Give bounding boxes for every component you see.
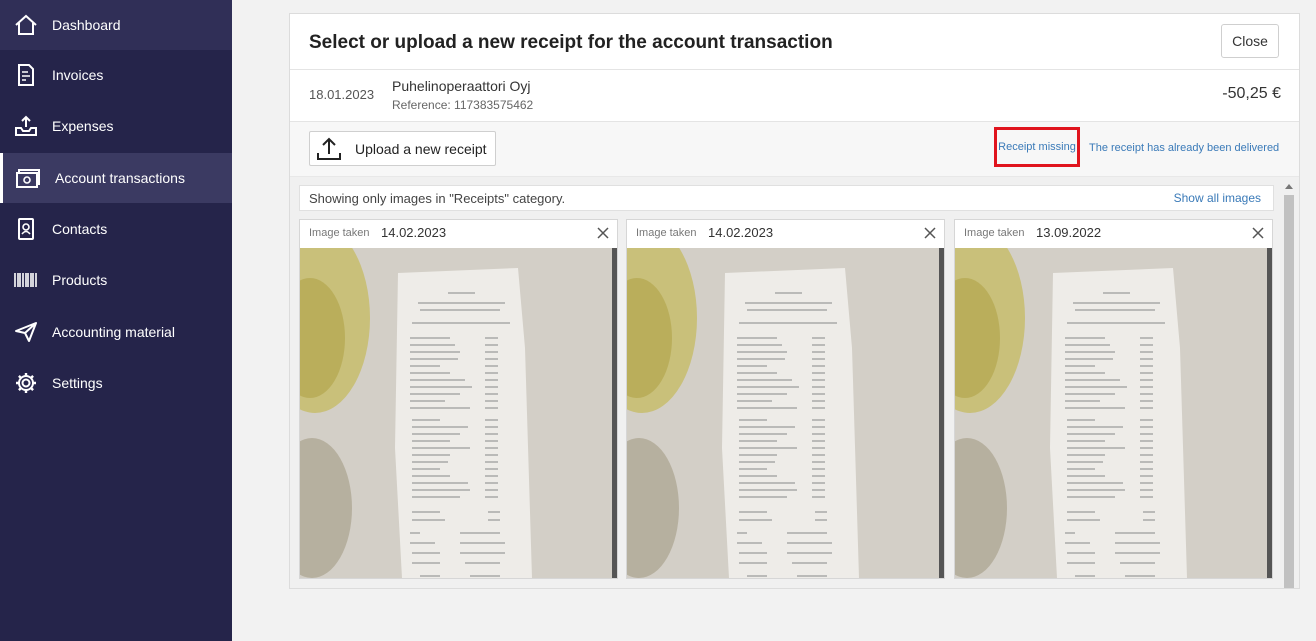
- transaction-counterparty: Puhelinoperaattori Oyj: [392, 78, 531, 94]
- receipt-image-card[interactable]: Image taken 14.02.2023: [299, 219, 618, 579]
- sidebar-item-account-transactions[interactable]: Account transactions: [0, 153, 232, 203]
- transaction-reference: Reference: 117383575462: [392, 98, 534, 112]
- filter-notice: Showing only images in "Receipts" catego…: [309, 191, 566, 206]
- receipt-select-dialog: Select or upload a new receipt for the a…: [289, 13, 1300, 589]
- sidebar-item-label: Invoices: [52, 67, 104, 83]
- sidebar-item-label: Dashboard: [52, 17, 121, 33]
- tray-upload-icon: [13, 113, 39, 139]
- upload-icon: [316, 136, 342, 162]
- sidebar-item-dashboard[interactable]: Dashboard: [0, 0, 232, 50]
- sidebar-item-label: Products: [52, 272, 108, 288]
- gallery-scrollbar[interactable]: [1282, 179, 1296, 588]
- close-icon[interactable]: [922, 225, 938, 241]
- sidebar: Dashboard Invoices Expenses Account tran…: [0, 0, 232, 641]
- receipt-image-card[interactable]: Image taken 14.02.2023: [626, 219, 945, 579]
- card-header: Image taken 14.02.2023: [300, 220, 617, 247]
- close-icon[interactable]: [1250, 225, 1266, 241]
- dialog-title: Select or upload a new receipt for the a…: [309, 32, 833, 53]
- receipt-photo[interactable]: [955, 248, 1272, 578]
- card-header: Image taken 13.09.2022: [955, 220, 1272, 247]
- scroll-up-arrow-icon[interactable]: [1282, 179, 1296, 193]
- upload-receipt-button[interactable]: Upload a new receipt: [309, 131, 496, 166]
- receipt-delivered-link[interactable]: The receipt has already been delivered: [1089, 142, 1279, 154]
- gear-icon: [13, 370, 39, 396]
- contact-card-icon: [13, 216, 39, 242]
- image-taken-label: Image taken: [636, 227, 697, 239]
- home-icon: [13, 12, 39, 38]
- sidebar-item-label: Contacts: [52, 221, 108, 237]
- image-date: 14.02.2023: [708, 225, 774, 240]
- close-icon[interactable]: [595, 225, 611, 241]
- image-date: 14.02.2023: [381, 225, 447, 240]
- sidebar-item-expenses[interactable]: Expenses: [0, 101, 232, 151]
- sidebar-item-products[interactable]: Products: [0, 255, 232, 305]
- barcode-icon: [13, 267, 39, 293]
- receipt-photo[interactable]: [627, 248, 944, 578]
- receipt-image-card[interactable]: Image taken 13.09.2022: [954, 219, 1273, 579]
- sidebar-item-label: Account transactions: [55, 170, 185, 186]
- transaction-summary: 18.01.2023 Puhelinoperaattori Oyj Refere…: [290, 70, 1299, 122]
- sidebar-item-invoices[interactable]: Invoices: [0, 50, 232, 100]
- receipt-image-gallery: Showing only images in "Receipts" catego…: [290, 177, 1299, 588]
- paper-plane-icon: [13, 319, 39, 345]
- banknotes-icon: [16, 165, 42, 191]
- sidebar-item-contacts[interactable]: Contacts: [0, 204, 232, 254]
- sidebar-item-settings[interactable]: Settings: [0, 358, 232, 408]
- upload-receipt-label: Upload a new receipt: [355, 140, 487, 157]
- receipt-action-bar: Upload a new receipt Receipt missing The…: [290, 122, 1299, 177]
- show-all-images-link[interactable]: Show all images: [1174, 191, 1261, 205]
- image-taken-label: Image taken: [964, 227, 1025, 239]
- sidebar-item-label: Expenses: [52, 118, 114, 134]
- receipt-missing-link[interactable]: Receipt missing: [994, 127, 1080, 167]
- transaction-date: 18.01.2023: [309, 87, 375, 102]
- sidebar-item-label: Settings: [52, 375, 103, 391]
- image-date: 13.09.2022: [1036, 225, 1102, 240]
- invoice-icon: [13, 62, 39, 88]
- image-taken-label: Image taken: [309, 227, 370, 239]
- dialog-header: Select or upload a new receipt for the a…: [290, 14, 1299, 70]
- card-header: Image taken 14.02.2023: [627, 220, 944, 247]
- transaction-amount: -50,25 €: [1222, 85, 1281, 102]
- scroll-thumb[interactable]: [1284, 195, 1294, 588]
- close-button[interactable]: Close: [1221, 24, 1279, 58]
- receipt-photo[interactable]: [300, 248, 617, 578]
- category-filter-bar: Showing only images in "Receipts" catego…: [299, 185, 1274, 211]
- sidebar-item-accounting-material[interactable]: Accounting material: [0, 307, 232, 357]
- sidebar-item-label: Accounting material: [52, 324, 175, 340]
